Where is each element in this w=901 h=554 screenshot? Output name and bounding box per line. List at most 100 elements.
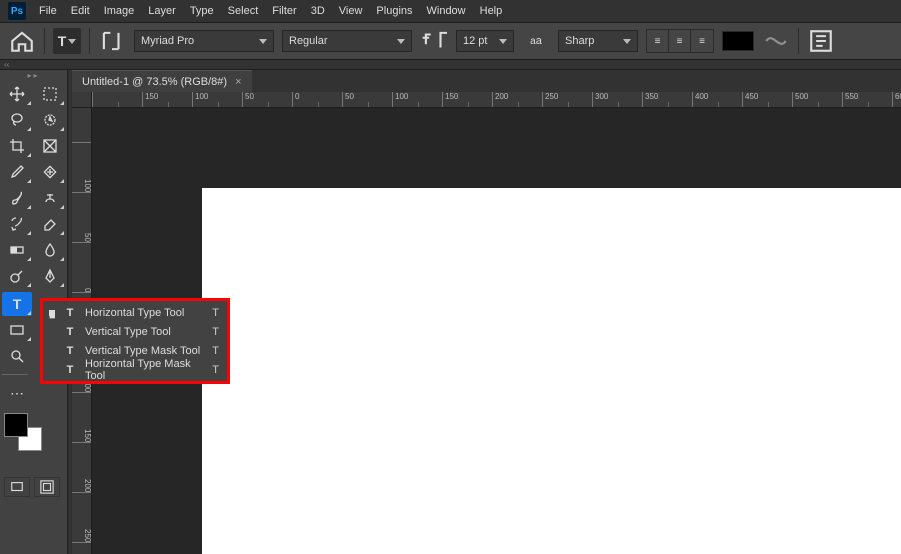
- text-orientation-icon[interactable]: [98, 28, 126, 54]
- gradient-tool[interactable]: [2, 238, 32, 262]
- flyout-item[interactable]: ■TVertical Type ToolT: [43, 322, 227, 341]
- flyout-label: Vertical Type Tool: [85, 326, 204, 338]
- zoom-tool[interactable]: [2, 344, 32, 368]
- menu-plugins[interactable]: Plugins: [369, 2, 419, 20]
- ruler-origin[interactable]: [72, 92, 92, 108]
- ruler-tick: 450: [742, 92, 792, 108]
- dodge-tool[interactable]: [2, 264, 32, 288]
- antialias-dropdown[interactable]: Sharp: [558, 30, 638, 52]
- blur-tool[interactable]: [35, 238, 65, 262]
- type-tool-flyout: ■ T Horizontal Type Tool T■ T Vertical Type T…: [40, 298, 230, 384]
- flyout-label: Horizontal Type Mask Tool: [85, 358, 204, 382]
- type-icon: T: [63, 344, 77, 358]
- align-left-button[interactable]: ≡: [647, 30, 669, 52]
- history-brush-tool[interactable]: [2, 212, 32, 236]
- eraser-tool[interactable]: [35, 212, 65, 236]
- antialias-icon: aa: [522, 28, 550, 54]
- ruler-tick: 100: [72, 142, 92, 192]
- ruler-tick: 550: [842, 92, 892, 108]
- font-size-dropdown[interactable]: 12 pt: [456, 30, 514, 52]
- screen-mode-standard[interactable]: [4, 477, 30, 497]
- align-right-button[interactable]: ≡: [691, 30, 713, 52]
- text-color-well[interactable]: [722, 31, 754, 51]
- eyedropper-tool[interactable]: [2, 160, 32, 184]
- ruler-tick: 0: [292, 92, 342, 108]
- font-style-value: Regular: [289, 35, 328, 47]
- menu-filter[interactable]: Filter: [265, 2, 303, 20]
- ruler-tick: 150: [72, 392, 92, 442]
- menu-view[interactable]: View: [332, 2, 370, 20]
- brush-tool[interactable]: [2, 186, 32, 210]
- ruler-tick: 200: [492, 92, 542, 108]
- type-icon: T: [63, 363, 77, 377]
- flyout-shortcut: T: [212, 326, 219, 338]
- crop-tool[interactable]: [2, 134, 32, 158]
- ruler-tick: 100: [192, 92, 242, 108]
- marquee-tool[interactable]: [35, 82, 65, 106]
- ruler-tick: 50: [342, 92, 392, 108]
- document-canvas[interactable]: [202, 188, 901, 554]
- ruler-tick: 150: [442, 92, 492, 108]
- ruler-tick: 600: [892, 92, 901, 108]
- warp-text-icon[interactable]: [762, 28, 790, 54]
- menu-layer[interactable]: Layer: [141, 2, 183, 20]
- edit-toolbar-icon[interactable]: ⋯: [2, 381, 32, 405]
- pen-tool[interactable]: [35, 264, 65, 288]
- menu-edit[interactable]: Edit: [64, 2, 97, 20]
- home-icon[interactable]: [8, 28, 36, 54]
- ruler-tick: 400: [692, 92, 742, 108]
- ruler-tick: 500: [792, 92, 842, 108]
- app-logo: Ps: [8, 2, 26, 20]
- frame-tool[interactable]: [35, 134, 65, 158]
- ruler-tick: 300: [72, 542, 92, 554]
- flyout-item[interactable]: ■THorizontal Type Mask ToolT: [43, 360, 227, 379]
- ruler-tick: [92, 92, 142, 108]
- ruler-tick: 250: [72, 492, 92, 542]
- menu-bar: Ps File Edit Image Layer Type Select Fil…: [0, 0, 901, 22]
- character-panel-icon[interactable]: [807, 28, 835, 54]
- type-tool[interactable]: T: [2, 292, 32, 316]
- menu-3d[interactable]: 3D: [304, 2, 332, 20]
- flyout-shortcut: T: [212, 307, 219, 319]
- color-swatches[interactable]: [4, 413, 48, 453]
- font-family-dropdown[interactable]: Myriad Pro: [134, 30, 274, 52]
- menu-help[interactable]: Help: [473, 2, 510, 20]
- close-tab-icon[interactable]: ×: [235, 76, 241, 88]
- menu-file[interactable]: File: [32, 2, 64, 20]
- flyout-shortcut: T: [212, 345, 219, 357]
- menu-window[interactable]: Window: [420, 2, 473, 20]
- screen-mode-full[interactable]: [34, 477, 60, 497]
- type-icon: T: [63, 325, 77, 339]
- flyout-item[interactable]: ■ T Horizontal Type Tool T: [43, 303, 227, 322]
- rectangle-tool[interactable]: [2, 318, 32, 342]
- ruler-tick: 200: [72, 442, 92, 492]
- flyout-label: Horizontal Type Tool: [85, 307, 204, 319]
- align-center-button[interactable]: ≡: [669, 30, 691, 52]
- clone-stamp-tool[interactable]: [35, 186, 65, 210]
- font-size-icon: [420, 28, 448, 54]
- font-style-dropdown[interactable]: Regular: [282, 30, 412, 52]
- ruler-tick: 150: [142, 92, 192, 108]
- panel-grip[interactable]: ▸▸: [0, 70, 67, 80]
- ruler-tick: 350: [642, 92, 692, 108]
- ruler-tick: 0: [72, 242, 92, 292]
- active-indicator: ■: [49, 310, 55, 316]
- ruler-tick: 300: [592, 92, 642, 108]
- healing-tool[interactable]: [35, 160, 65, 184]
- menu-image[interactable]: Image: [97, 2, 142, 20]
- ruler-tick: 50: [72, 192, 92, 242]
- panel-collapse-handle[interactable]: ‹‹: [0, 60, 901, 70]
- horizontal-ruler[interactable]: 1501005005010015020025030035040045050055…: [92, 92, 901, 108]
- document-tab[interactable]: Untitled-1 @ 73.5% (RGB/8#) ×: [72, 70, 252, 92]
- lasso-tool[interactable]: [2, 108, 32, 132]
- move-tool[interactable]: [2, 82, 32, 106]
- antialias-value: Sharp: [565, 35, 594, 47]
- quick-select-tool[interactable]: [35, 108, 65, 132]
- type-tool-preset-icon[interactable]: T: [53, 28, 81, 54]
- type-icon: T: [63, 306, 77, 320]
- foreground-color[interactable]: [4, 413, 28, 437]
- menu-select[interactable]: Select: [221, 2, 266, 20]
- ruler-tick: 100: [392, 92, 442, 108]
- menu-type[interactable]: Type: [183, 2, 221, 20]
- document-tab-bar: Untitled-1 @ 73.5% (RGB/8#) ×: [72, 70, 901, 92]
